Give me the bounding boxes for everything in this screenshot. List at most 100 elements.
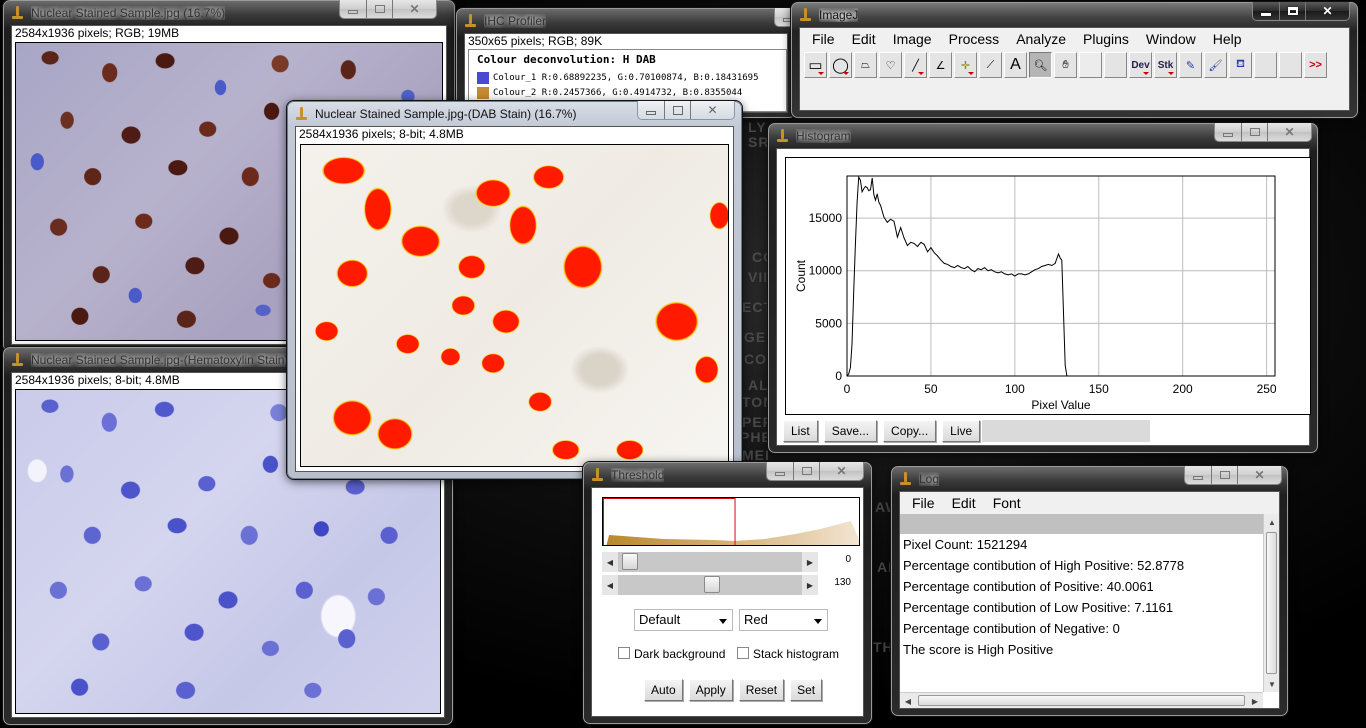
close-button[interactable]: ✕	[392, 0, 436, 18]
minimize-button[interactable]	[1185, 466, 1211, 484]
log-text-area[interactable]: Pixel Count: 1521294 Percentage contibuti…	[900, 514, 1279, 708]
close-button[interactable]: ✕	[1267, 123, 1311, 141]
threshold-display-select[interactable]: Red	[739, 609, 828, 631]
flood-fill-tool-button[interactable]: ⛾	[1229, 52, 1252, 78]
histogram-titlebar[interactable]: Histogram ✕	[776, 123, 1312, 148]
menu-process[interactable]: Process	[941, 28, 1009, 50]
min-threshold-slider[interactable]: ◀ ▶	[602, 552, 818, 572]
wand-tool-button[interactable]: ⟋	[979, 52, 1002, 78]
scroll-right-arrow[interactable]: ▶	[1247, 693, 1263, 709]
horizontal-scrollbar[interactable]: ◀ ▶	[900, 692, 1263, 708]
scrollbar-thumb[interactable]	[918, 695, 1245, 706]
checkbox-box[interactable]	[618, 647, 630, 659]
scrollbar-thumb[interactable]	[1266, 532, 1277, 674]
maximize-icon	[374, 5, 385, 13]
log-titlebar[interactable]: Log ✕	[899, 466, 1282, 491]
close-button[interactable]: ✕	[819, 462, 863, 480]
slider-track[interactable]	[618, 552, 802, 572]
hand-tool-button[interactable]: ✋︎	[1054, 52, 1077, 78]
stk-tool-button[interactable]: Stk	[1154, 52, 1177, 78]
slider-right-arrow[interactable]: ▶	[802, 575, 818, 595]
stack-histogram-checkbox[interactable]: Stack histogram	[737, 647, 839, 661]
dab-thresholded-image-canvas[interactable]	[300, 144, 729, 467]
histogram-point	[861, 191, 863, 193]
slider-thumb[interactable]	[622, 553, 638, 570]
max-threshold-slider[interactable]: ◀ ▶	[602, 575, 818, 595]
scroll-down-arrow[interactable]: ▼	[1264, 676, 1280, 692]
original-image-titlebar[interactable]: Nuclear Stained Sample.jpg (16.7%) ✕	[11, 0, 447, 25]
pencil-tool-button[interactable]: ✎	[1179, 52, 1202, 78]
maximize-button[interactable]	[793, 462, 819, 480]
line-tool-button[interactable]: ╱	[904, 52, 927, 78]
ihc-profiler-titlebar[interactable]: IHC Profiler	[464, 8, 828, 33]
close-button[interactable]: ✕	[1305, 2, 1349, 20]
brush-tool-button[interactable]: 🖌︎	[1204, 52, 1227, 78]
y-tick-label: 10000	[809, 264, 843, 278]
empty-tool-2-button[interactable]	[1254, 52, 1277, 78]
threshold-titlebar[interactable]: Threshold ✕	[591, 462, 864, 487]
maximize-button[interactable]	[664, 101, 690, 119]
minimize-button[interactable]	[767, 462, 793, 480]
minimize-button[interactable]	[638, 101, 664, 119]
maximize-button[interactable]	[366, 0, 392, 18]
angle-tool-button[interactable]: ∠	[929, 52, 952, 78]
maximize-button[interactable]	[1279, 2, 1305, 20]
menu-plugins[interactable]: Plugins	[1075, 28, 1138, 50]
close-button[interactable]: ✕	[690, 101, 734, 119]
checkbox-box[interactable]	[737, 647, 749, 659]
minimize-button[interactable]	[1253, 2, 1279, 20]
dark-background-checkbox[interactable]: Dark background	[618, 647, 725, 661]
maximize-button[interactable]	[1211, 466, 1237, 484]
minimize-button[interactable]	[1215, 123, 1241, 141]
oval-tool-button[interactable]: ◯	[829, 52, 852, 78]
slider-thumb[interactable]	[703, 576, 720, 593]
auto-button[interactable]: Auto	[644, 679, 683, 701]
close-icon: ✕	[836, 464, 847, 478]
live-button[interactable]: Live	[942, 420, 981, 442]
vertical-scrollbar[interactable]: ▲ ▼	[1263, 514, 1279, 692]
histogram-point	[1011, 273, 1012, 275]
histogram-point	[1007, 274, 1009, 276]
magnifier-tool-button[interactable]: 🔍︎	[1029, 52, 1052, 78]
apply-button[interactable]: Apply	[688, 679, 733, 701]
imagej-titlebar[interactable]: ImageJ ✕	[799, 2, 1350, 27]
slider-left-arrow[interactable]: ◀	[602, 552, 618, 572]
histogram-point	[1064, 365, 1066, 366]
empty-tool-button[interactable]	[1104, 52, 1127, 78]
more-tools-button[interactable]: >>	[1304, 52, 1327, 78]
menu-window[interactable]: Window	[1138, 28, 1205, 50]
scroll-up-arrow[interactable]: ▲	[1264, 514, 1280, 530]
copy-button[interactable]: Copy...	[883, 420, 937, 442]
set-button[interactable]: Set	[790, 679, 823, 701]
save-button[interactable]: Save...	[823, 420, 878, 442]
color-picker-tool-button[interactable]	[1079, 52, 1102, 78]
minimize-button[interactable]	[340, 0, 366, 18]
log-menu-file[interactable]: File	[904, 492, 944, 514]
menu-analyze[interactable]: Analyze	[1008, 28, 1075, 50]
menu-file[interactable]: File	[804, 28, 844, 50]
threshold-method-select[interactable]: Default	[634, 609, 733, 631]
reset-button[interactable]: Reset	[738, 679, 785, 701]
chevron-down-icon	[719, 619, 727, 624]
log-menu-edit[interactable]: Edit	[944, 492, 985, 514]
slider-left-arrow[interactable]: ◀	[602, 575, 618, 595]
slider-right-arrow[interactable]: ▶	[802, 552, 818, 572]
menu-edit[interactable]: Edit	[844, 28, 885, 50]
freehand-tool-button[interactable]: ♡	[879, 52, 902, 78]
menu-image[interactable]: Image	[885, 28, 941, 50]
point-tool-button[interactable]: ✛	[954, 52, 977, 78]
polygon-tool-button[interactable]: ⏢	[854, 52, 877, 78]
dab-stain-titlebar[interactable]: Nuclear Stained Sample.jpg-(DAB Stain) (…	[295, 101, 735, 126]
histogram-point	[897, 236, 898, 238]
text-tool-button[interactable]: A	[1004, 52, 1027, 78]
menu-help[interactable]: Help	[1205, 28, 1251, 50]
log-menu-font[interactable]: Font	[985, 492, 1030, 514]
scroll-left-arrow[interactable]: ◀	[900, 693, 916, 709]
empty-tool-3-button[interactable]	[1279, 52, 1302, 78]
text-tool-icon: A	[1010, 56, 1021, 73]
rectangle-tool-button[interactable]: ▭	[804, 52, 827, 78]
list-button[interactable]: List	[783, 420, 818, 442]
maximize-button[interactable]	[1241, 123, 1267, 141]
dev-tool-button[interactable]: Dev	[1129, 52, 1152, 78]
close-button[interactable]: ✕	[1237, 466, 1281, 484]
